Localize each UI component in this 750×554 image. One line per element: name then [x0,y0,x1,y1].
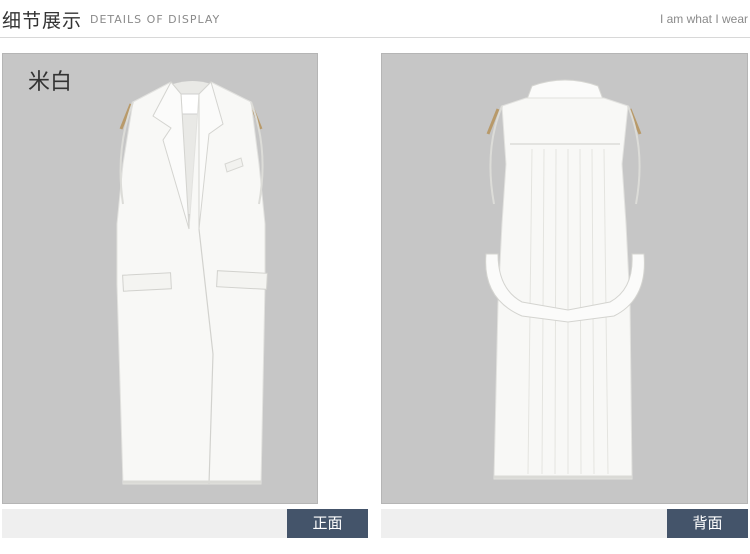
header-divider [0,37,750,38]
back-view-panel [381,53,748,504]
back-caption-bar: 背面 [381,509,748,538]
color-label: 米白 [28,70,73,95]
section-subtitle: DETAILS OF DISPLAY [90,13,221,26]
section-header: 细节展示 DETAILS OF DISPLAY I am what I wear [0,0,750,42]
front-view-panel: 米白 [2,53,318,504]
front-caption: 正面 [287,509,368,538]
vest-back-image [485,79,645,480]
brand-slogan: I am what I wear [659,12,748,26]
back-caption: 背面 [667,509,748,538]
front-caption-bar: 正面 [2,509,368,538]
section-title: 细节展示 [2,10,83,32]
vest-front-image [116,81,268,485]
